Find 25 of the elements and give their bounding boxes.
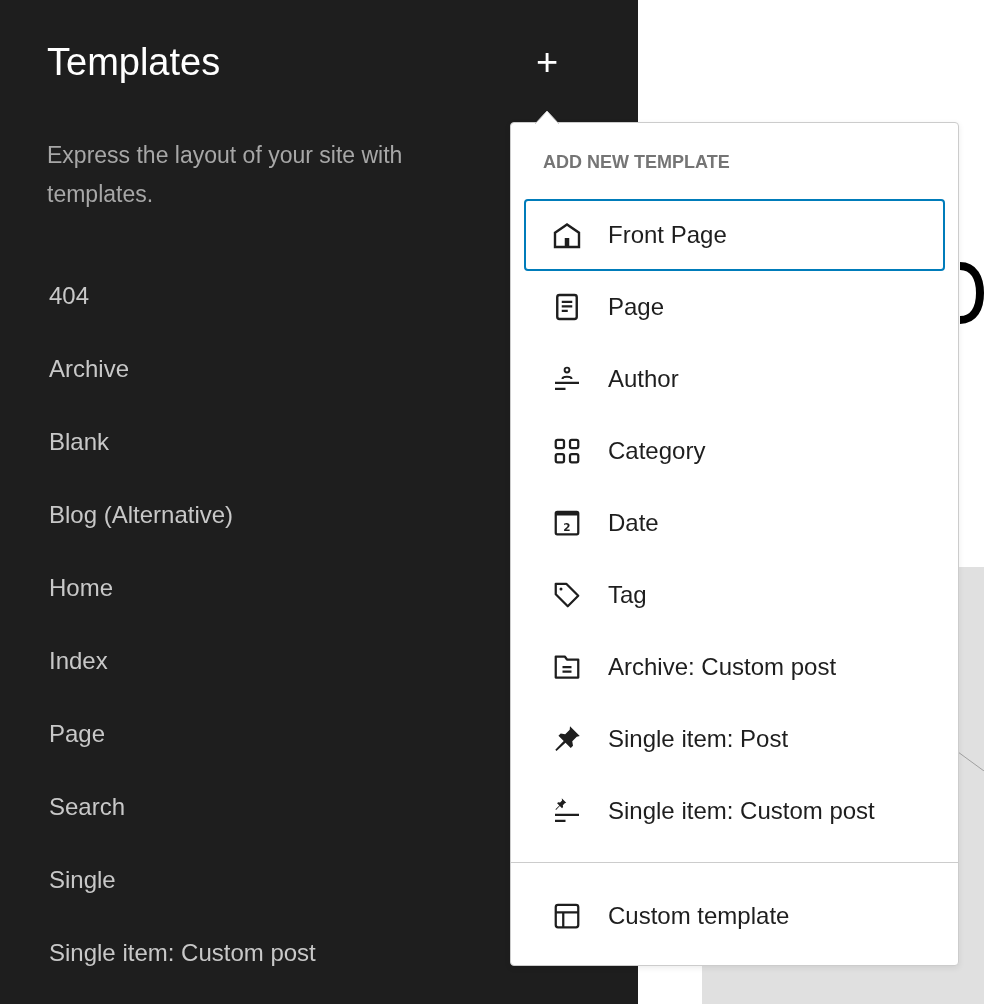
sidebar-title: Templates xyxy=(47,40,221,85)
menu-item[interactable]: Author xyxy=(524,343,945,415)
menu-item[interactable]: Archive: Custom post xyxy=(524,631,945,703)
menu-item[interactable]: Tag xyxy=(524,559,945,631)
menu-item[interactable]: Single item: Custom post xyxy=(524,775,945,847)
template-link[interactable]: Single item: Custom post xyxy=(47,916,316,989)
template-link[interactable]: Blog (Alternative) xyxy=(47,478,234,551)
template-link[interactable]: Single xyxy=(47,843,116,916)
menu-item[interactable]: Front Page xyxy=(524,199,945,271)
template-link[interactable]: Search xyxy=(47,770,126,843)
template-link[interactable]: Archive xyxy=(47,332,130,405)
menu-item[interactable]: Category xyxy=(524,415,945,487)
menu-item[interactable]: Custom template xyxy=(524,880,945,952)
sidebar-description: Express the layout of your site with templates. xyxy=(47,141,404,209)
template-link[interactable]: 404 xyxy=(47,259,90,332)
menu-item[interactable]: Single item: Post xyxy=(524,703,945,775)
template-link[interactable]: Index xyxy=(47,624,108,697)
add-template-button[interactable]: + xyxy=(527,38,567,86)
template-link[interactable]: Home xyxy=(47,551,114,624)
menu-item[interactable]: 2 Date xyxy=(524,487,945,559)
preview-line xyxy=(958,752,984,771)
menu-item[interactable]: Page xyxy=(524,271,945,343)
template-link[interactable]: Blank xyxy=(47,405,110,478)
template-link[interactable]: Page xyxy=(47,697,106,770)
menu-heading: ADD NEW TEMPLATE xyxy=(542,151,730,174)
